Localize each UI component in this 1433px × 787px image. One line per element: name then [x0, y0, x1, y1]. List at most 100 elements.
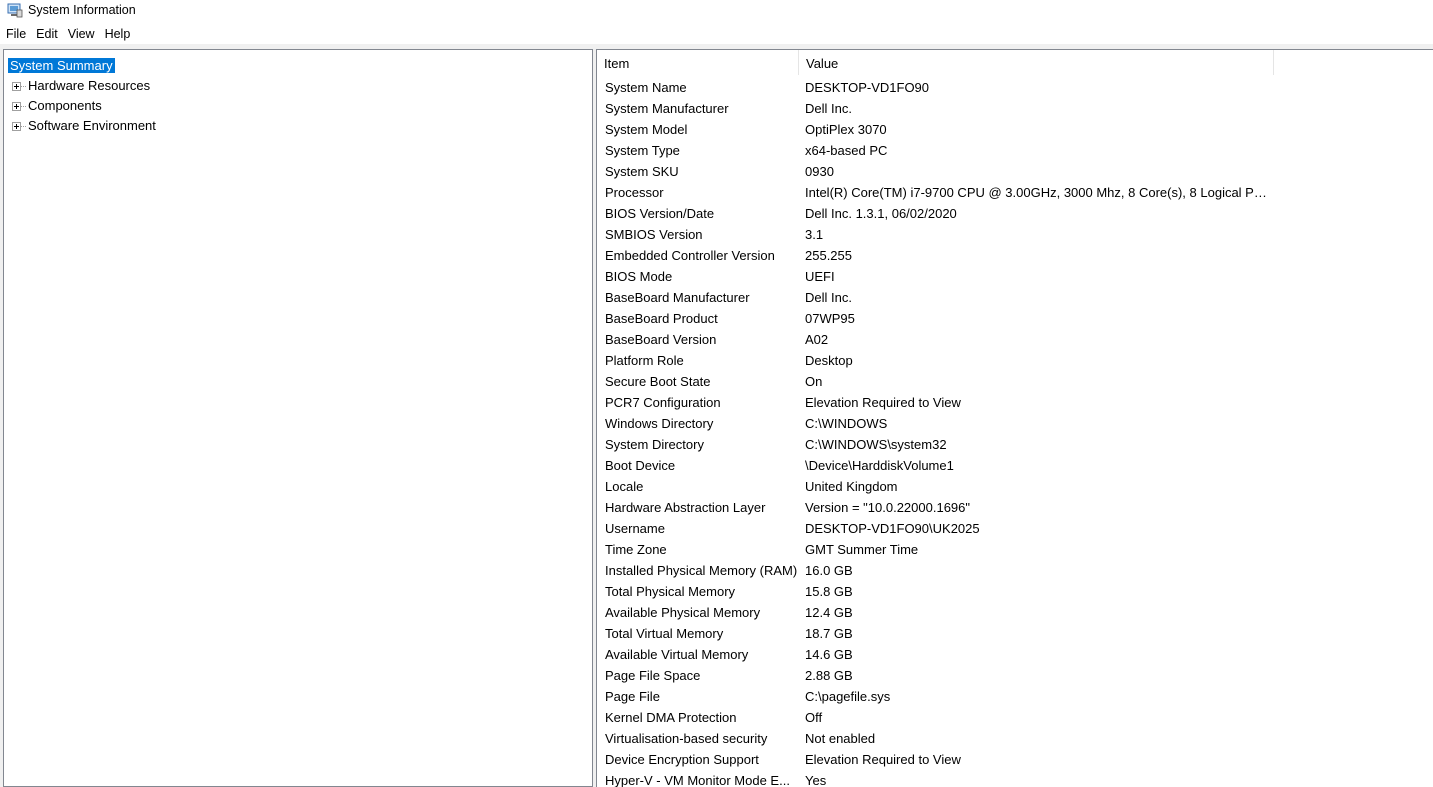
tree-item-label: Components — [28, 98, 102, 113]
row-item-name: Processor — [605, 185, 664, 200]
list-row[interactable]: BaseBoard Version A02 — [597, 329, 1433, 350]
row-item-value: DESKTOP-VD1FO90\UK2025 — [805, 521, 980, 536]
category-tree[interactable]: System Summary Hardware Resources Compon… — [3, 49, 593, 787]
row-item-value: 16.0 GB — [805, 563, 853, 578]
menu-bar: File Edit View Help — [0, 24, 1433, 44]
expand-icon[interactable] — [12, 82, 21, 91]
list-row[interactable]: BIOS Version/Date Dell Inc. 1.3.1, 06/02/… — [597, 203, 1433, 224]
row-item-name: Username — [605, 521, 665, 536]
row-item-name: Device Encryption Support — [605, 752, 759, 767]
row-item-value: Elevation Required to View — [805, 752, 961, 767]
menu-help[interactable]: Help — [100, 24, 136, 44]
list-row[interactable]: System Directory C:\WINDOWS\system32 — [597, 434, 1433, 455]
row-item-value: Intel(R) Core(TM) i7-9700 CPU @ 3.00GHz,… — [805, 185, 1267, 200]
list-row[interactable]: System Manufacturer Dell Inc. — [597, 98, 1433, 119]
row-item-name: SMBIOS Version — [605, 227, 703, 242]
column-header-item[interactable]: Item — [597, 50, 799, 75]
list-row[interactable]: Username DESKTOP-VD1FO90\UK2025 — [597, 518, 1433, 539]
row-item-value: 12.4 GB — [805, 605, 853, 620]
list-row[interactable]: BaseBoard Manufacturer Dell Inc. — [597, 287, 1433, 308]
row-item-value: Yes — [805, 773, 827, 787]
list-row[interactable]: Windows Directory C:\WINDOWS — [597, 413, 1433, 434]
row-item-name: System Model — [605, 122, 688, 137]
tree-connector — [21, 86, 26, 88]
tree-item-system-summary[interactable]: System Summary — [8, 57, 115, 75]
list-row[interactable]: Total Virtual Memory 18.7 GB — [597, 623, 1433, 644]
content-area: System Summary Hardware Resources Compon… — [0, 44, 1433, 787]
menu-edit[interactable]: Edit — [31, 24, 63, 44]
list-row[interactable]: SMBIOS Version 3.1 — [597, 224, 1433, 245]
list-row[interactable]: Platform Role Desktop — [597, 350, 1433, 371]
row-item-name: BIOS Mode — [605, 269, 673, 284]
list-row[interactable]: Hyper-V - VM Monitor Mode E... Yes — [597, 770, 1433, 787]
list-row[interactable]: Locale United Kingdom — [597, 476, 1433, 497]
list-row[interactable]: Processor Intel(R) Core(TM) i7-9700 CPU @… — [597, 182, 1433, 203]
list-row[interactable]: PCR7 Configuration Elevation Required to … — [597, 392, 1433, 413]
row-item-name: BaseBoard Version — [605, 332, 717, 347]
row-item-value: 07WP95 — [805, 311, 855, 326]
row-item-value: On — [805, 374, 823, 389]
list-row[interactable]: Page File Space 2.88 GB — [597, 665, 1433, 686]
expand-icon[interactable] — [12, 122, 21, 131]
details-list[interactable]: Item Value System Name DESKTOP-VD1FO90 Sys… — [596, 49, 1433, 787]
list-row[interactable]: System Model OptiPlex 3070 — [597, 119, 1433, 140]
row-item-name: System Type — [605, 143, 680, 158]
list-row[interactable]: Total Physical Memory 15.8 GB — [597, 581, 1433, 602]
row-item-value: \Device\HarddiskVolume1 — [805, 458, 954, 473]
list-row[interactable]: Installed Physical Memory (RAM) 16.0 GB — [597, 560, 1433, 581]
list-row[interactable]: Secure Boot State On — [597, 371, 1433, 392]
tree-item-software-environment[interactable]: Software Environment — [28, 117, 156, 135]
row-item-value: Version = "10.0.22000.1696" — [805, 500, 971, 515]
row-item-name: Hardware Abstraction Layer — [605, 500, 766, 515]
row-item-name: Page File — [605, 689, 660, 704]
window-title: System Information — [28, 3, 136, 17]
list-row[interactable]: Embedded Controller Version 255.255 — [597, 245, 1433, 266]
list-header: Item Value — [597, 50, 1433, 75]
menu-view[interactable]: View — [63, 24, 100, 44]
list-row[interactable]: System SKU 0930 — [597, 161, 1433, 182]
list-row[interactable]: System Name DESKTOP-VD1FO90 — [597, 77, 1433, 98]
list-row[interactable]: Available Physical Memory 12.4 GB — [597, 602, 1433, 623]
list-row[interactable]: Page File C:\pagefile.sys — [597, 686, 1433, 707]
list-row[interactable]: Hardware Abstraction Layer Version = "10.… — [597, 497, 1433, 518]
list-row[interactable]: Available Virtual Memory 14.6 GB — [597, 644, 1433, 665]
row-item-value: Desktop — [805, 353, 853, 368]
tree-item-components[interactable]: Components — [28, 97, 102, 115]
row-item-value: C:\WINDOWS\system32 — [805, 437, 947, 452]
list-row[interactable]: Virtualisation-based security Not enabled — [597, 728, 1433, 749]
menu-file[interactable]: File — [0, 24, 31, 44]
row-item-value: Not enabled — [805, 731, 876, 746]
row-item-value: United Kingdom — [805, 479, 898, 494]
row-item-name: Time Zone — [605, 542, 667, 557]
row-item-name: Platform Role — [605, 353, 684, 368]
list-row[interactable]: Kernel DMA Protection Off — [597, 707, 1433, 728]
row-item-name: Page File Space — [605, 668, 701, 683]
row-item-name: System Manufacturer — [605, 101, 729, 116]
tree-item-label: Hardware Resources — [28, 78, 151, 93]
row-item-value: DESKTOP-VD1FO90 — [805, 80, 930, 95]
row-item-name: Hyper-V - VM Monitor Mode E... — [605, 773, 790, 787]
row-item-value: 0930 — [805, 164, 834, 179]
list-row[interactable]: Time Zone GMT Summer Time — [597, 539, 1433, 560]
tree-item-hardware-resources[interactable]: Hardware Resources — [28, 77, 150, 95]
row-item-value: 15.8 GB — [805, 584, 853, 599]
row-item-value: UEFI — [805, 269, 835, 284]
list-row[interactable]: Device Encryption Support Elevation Requi… — [597, 749, 1433, 770]
row-item-name: Kernel DMA Protection — [605, 710, 737, 725]
row-item-name: PCR7 Configuration — [605, 395, 721, 410]
tree-item-label: Software Environment — [28, 118, 156, 133]
list-row[interactable]: BIOS Mode UEFI — [597, 266, 1433, 287]
row-item-value: GMT Summer Time — [805, 542, 919, 557]
list-row[interactable]: BaseBoard Product 07WP95 — [597, 308, 1433, 329]
expand-icon[interactable] — [12, 102, 21, 111]
column-header-value[interactable]: Value — [799, 50, 1274, 75]
row-item-value: OptiPlex 3070 — [805, 122, 887, 137]
list-row[interactable]: Boot Device \Device\HarddiskVolume1 — [597, 455, 1433, 476]
row-item-name: BIOS Version/Date — [605, 206, 715, 221]
row-item-name: Available Virtual Memory — [605, 647, 749, 662]
row-item-name: BaseBoard Product — [605, 311, 718, 326]
row-item-value: A02 — [805, 332, 829, 347]
row-item-name: Locale — [605, 479, 644, 494]
list-row[interactable]: System Type x64-based PC — [597, 140, 1433, 161]
row-item-name: Secure Boot State — [605, 374, 711, 389]
